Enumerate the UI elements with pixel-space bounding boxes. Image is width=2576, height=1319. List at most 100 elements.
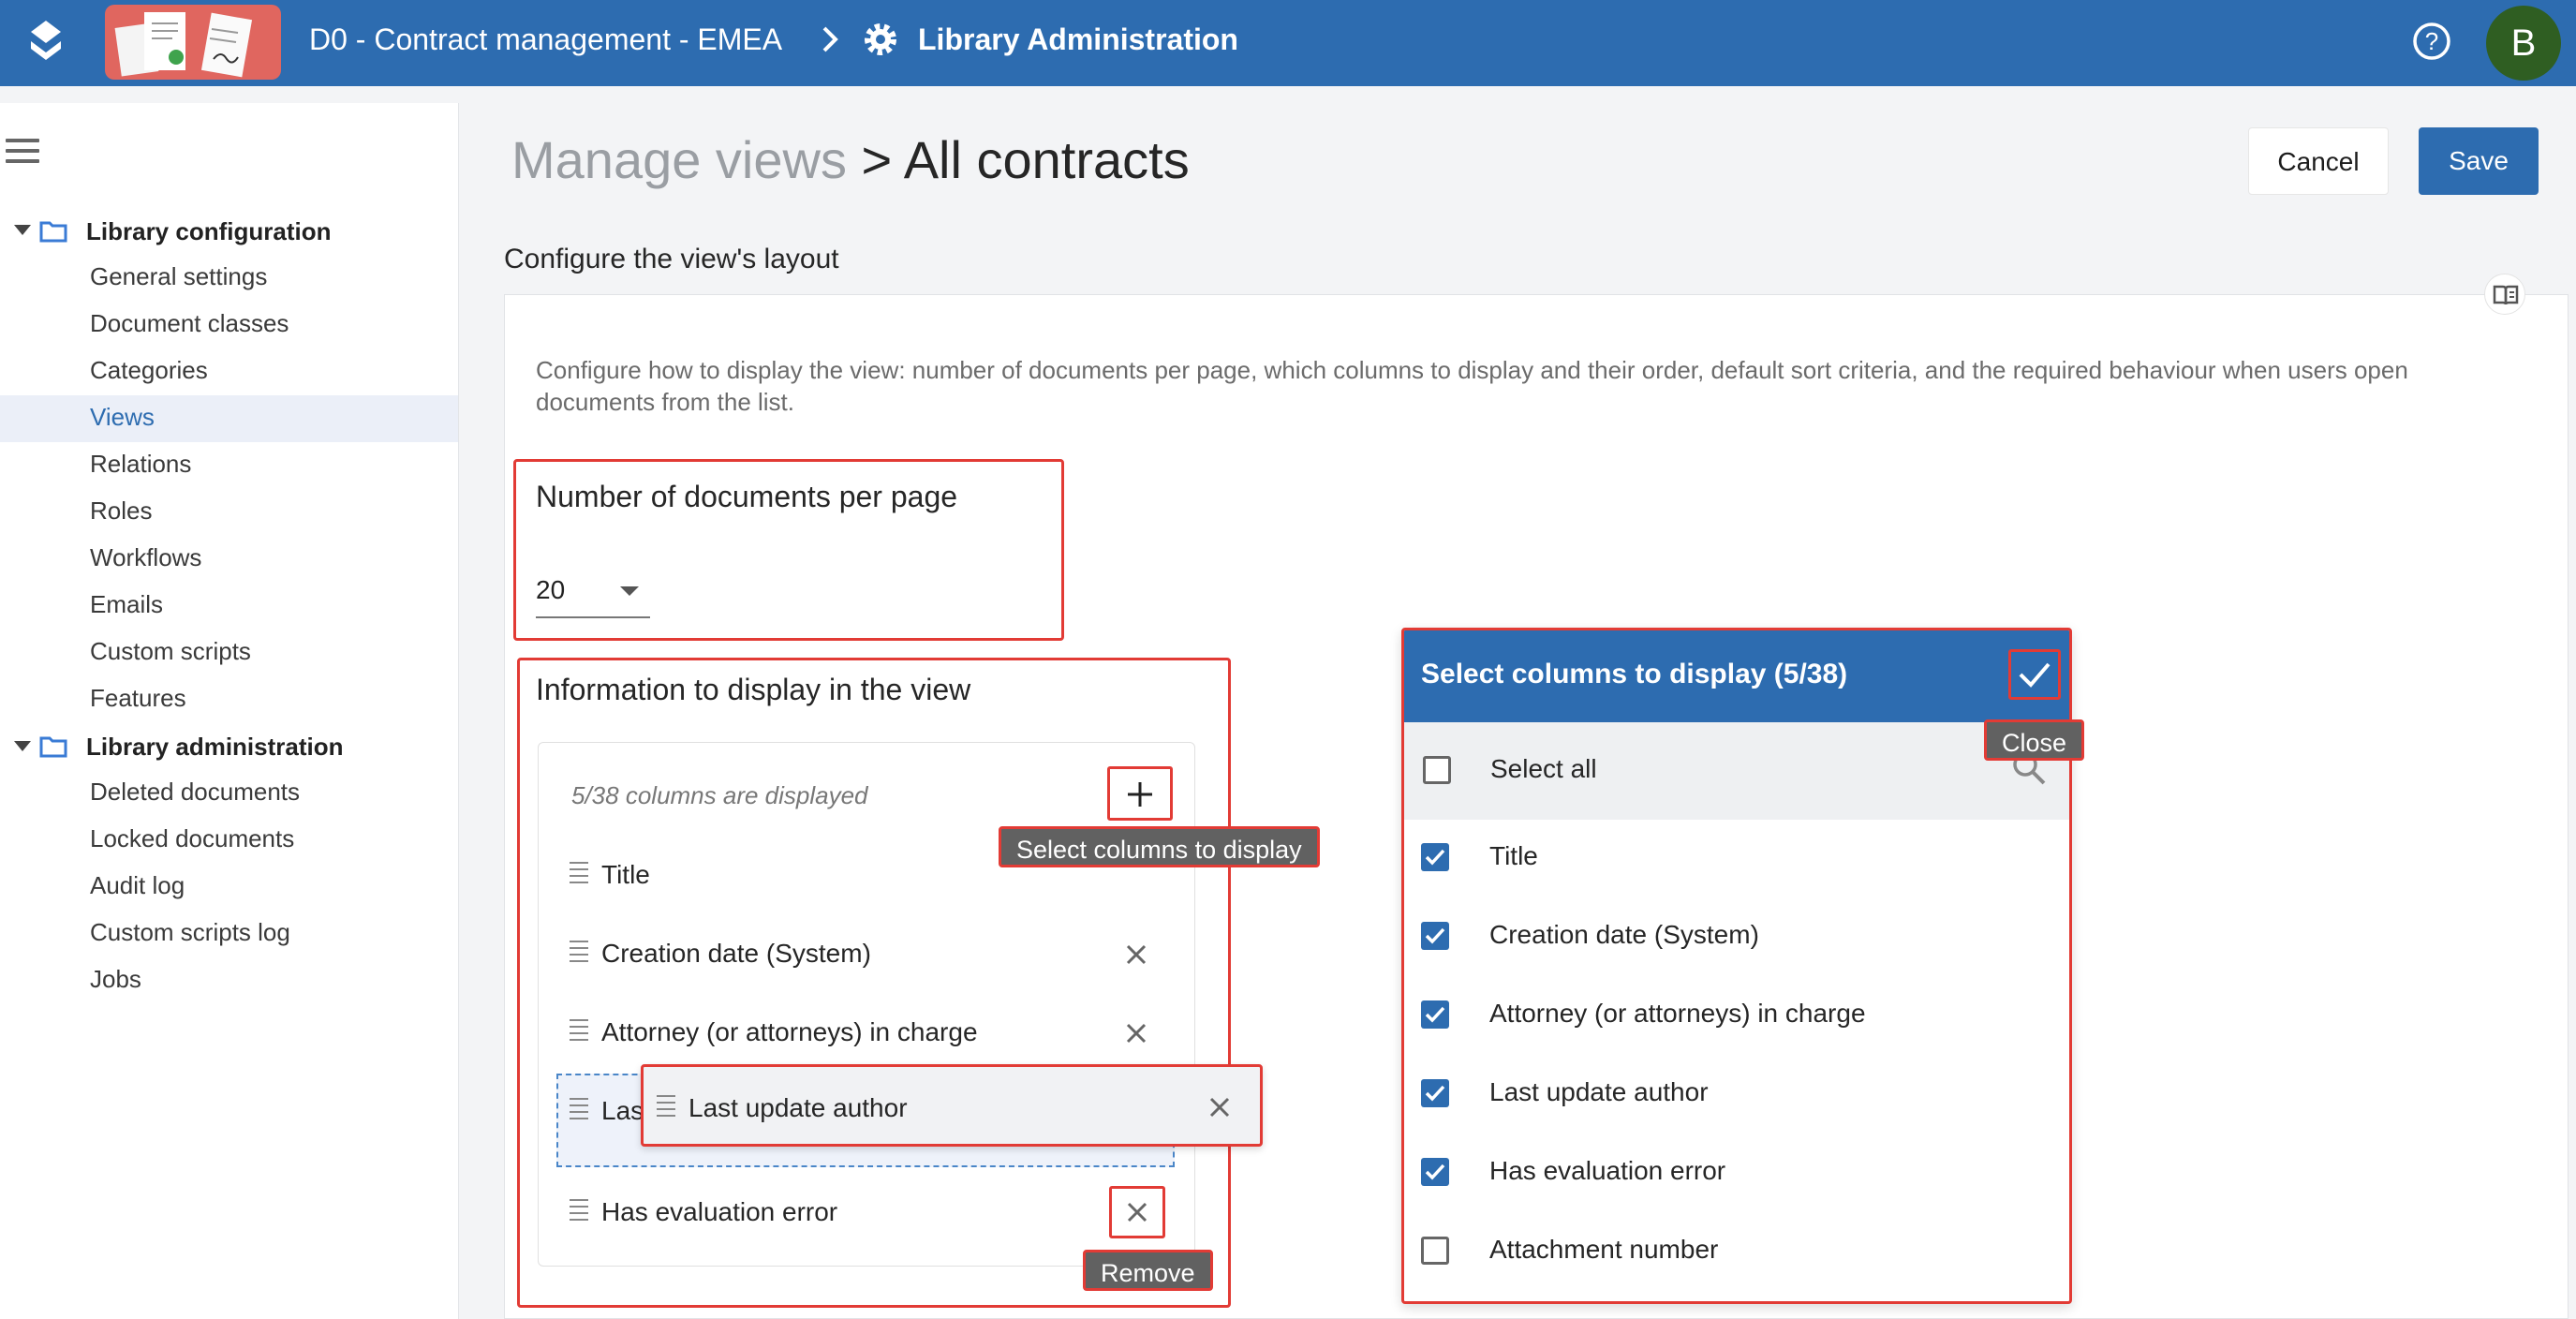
sidebar-item-label: Jobs	[90, 965, 141, 993]
column-label: Last update author	[688, 1093, 908, 1122]
option-label[interactable]: Has evaluation error	[1489, 1156, 1725, 1186]
add-columns-button[interactable]	[1107, 766, 1173, 821]
tooltip-select-columns: Select columns to display	[999, 826, 1320, 867]
chevron-down-icon[interactable]	[620, 586, 639, 596]
option-label[interactable]: Creation date (System)	[1489, 920, 1759, 950]
sidebar-item-workflows[interactable]: Workflows	[0, 536, 458, 583]
columns-count: 5/38 columns are displayed	[571, 781, 868, 809]
column-label: Creation date (System)	[601, 939, 871, 968]
user-avatar[interactable]: B	[2486, 6, 2561, 81]
dialog-header: Select columns to display (5/38)	[1404, 630, 2069, 722]
sidebar-item-label: Document classes	[90, 309, 289, 337]
sidebar-item-custom-scripts[interactable]: Custom scripts	[0, 630, 458, 676]
dragged-column-row[interactable]: Last update author	[641, 1064, 1263, 1147]
column-label: Las	[601, 1096, 644, 1125]
drag-handle-icon[interactable]	[570, 1019, 588, 1042]
sidebar-item-document-classes[interactable]: Document classes	[0, 302, 458, 348]
column-row[interactable]: Attorney (or attorneys) in charge	[566, 1004, 1165, 1059]
caret-down-icon[interactable]	[14, 225, 31, 235]
check-icon	[1425, 849, 1445, 866]
sidebar-item-jobs[interactable]: Jobs	[0, 957, 458, 1004]
sidebar-item-features[interactable]: Features	[0, 676, 458, 723]
tooltip-remove: Remove	[1083, 1250, 1213, 1291]
remove-button[interactable]	[1109, 1186, 1165, 1238]
select-columns-dialog: Select columns to display (5/38) Select …	[1401, 628, 2072, 1304]
sidebar-item-label: Relations	[90, 450, 192, 478]
sidebar-item-categories[interactable]: Categories	[0, 348, 458, 395]
check-icon	[2019, 662, 2050, 688]
tooltip-close: Close	[1984, 719, 2085, 761]
column-label: Title	[601, 860, 650, 889]
select-all-row[interactable]: Select all	[1404, 722, 2069, 820]
sidebar-item-general-settings[interactable]: General settings	[0, 255, 458, 302]
sidebar-item-relations[interactable]: Relations	[0, 442, 458, 489]
check-icon	[1425, 1085, 1445, 1102]
option-checkbox[interactable]	[1421, 1000, 1449, 1029]
help-icon[interactable]: ?	[2409, 19, 2454, 64]
folder-icon	[39, 221, 67, 243]
drag-handle-icon[interactable]	[570, 941, 588, 963]
menu-icon[interactable]	[6, 139, 39, 165]
sidebar-item-emails[interactable]: Emails	[0, 583, 458, 630]
remove-column-icon[interactable]	[1206, 1093, 1234, 1121]
column-label: Has evaluation error	[601, 1197, 838, 1226]
sidebar-item-views[interactable]: Views	[0, 395, 458, 442]
option-checkbox[interactable]	[1421, 1079, 1449, 1107]
sidebar-item-label: General settings	[90, 262, 268, 290]
columns-section-title: Information to display in the view	[536, 673, 971, 706]
sidebar-item-label: Features	[90, 684, 186, 712]
option-label[interactable]: Last update author	[1489, 1077, 1709, 1107]
sidebar-item-audit-log[interactable]: Audit log	[0, 864, 458, 911]
library-name[interactable]: D0 - Contract management - EMEA	[309, 19, 782, 60]
gear-icon	[865, 23, 896, 55]
sidebar-item-label: Views	[90, 403, 155, 431]
app-logo-icon[interactable]	[21, 17, 71, 67]
remove-column-icon[interactable]	[1122, 1019, 1150, 1047]
drag-handle-icon[interactable]	[657, 1095, 675, 1118]
option-checkbox[interactable]	[1421, 1237, 1449, 1265]
sidebar-item-roles[interactable]: Roles	[0, 489, 458, 536]
option-checkbox[interactable]	[1421, 922, 1449, 950]
select-all-label: Select all	[1490, 754, 1597, 783]
section-subtitle: Configure the view's layout	[504, 244, 839, 274]
sidebar-item-label: Workflows	[90, 543, 202, 571]
sidebar-group-title-library-administration[interactable]: Library administration	[86, 733, 344, 762]
option-label[interactable]: Attachment number	[1489, 1235, 1718, 1265]
caret-down-icon[interactable]	[14, 741, 31, 751]
drag-handle-icon[interactable]	[570, 1199, 588, 1222]
breadcrumb-current: > All contracts	[861, 130, 1190, 189]
folder-icon	[39, 736, 67, 758]
dialog-title: Select columns to display (5/38)	[1421, 659, 1848, 689]
per-page-select[interactable]: 20	[536, 575, 565, 605]
sidebar-item-locked-documents[interactable]: Locked documents	[0, 817, 458, 864]
option-checkbox[interactable]	[1421, 843, 1449, 871]
save-button[interactable]: Save	[2419, 127, 2539, 195]
breadcrumb-manage-views[interactable]: Manage views	[511, 130, 847, 189]
drag-handle-icon[interactable]	[570, 862, 588, 884]
column-row[interactable]: Creation date (System)	[566, 926, 1165, 980]
view-description: Configure how to display the view: numbe…	[536, 356, 2408, 416]
sidebar-item-label: Locked documents	[90, 824, 295, 852]
sidebar-item-label: Roles	[90, 496, 153, 525]
page-title: Manage views > All contracts	[511, 127, 1190, 193]
remove-column-icon[interactable]	[1122, 941, 1150, 969]
sidebar-item-label: Custom scripts	[90, 637, 251, 665]
option-label[interactable]: Title	[1489, 841, 1538, 871]
option-label[interactable]: Attorney (or attorneys) in charge	[1489, 999, 1866, 1029]
column-row[interactable]: Has evaluation error	[566, 1184, 1165, 1238]
sidebar-item-deleted-documents[interactable]: Deleted documents	[0, 770, 458, 817]
check-icon	[1425, 927, 1445, 944]
plus-icon	[1128, 782, 1152, 807]
per-page-underline	[536, 616, 650, 618]
sidebar-item-label: Custom scripts log	[90, 918, 290, 946]
library-thumbnail-icon	[105, 5, 281, 80]
drag-handle-icon[interactable]	[570, 1098, 588, 1120]
book-icon[interactable]	[2484, 274, 2525, 315]
cancel-button[interactable]: Cancel	[2248, 127, 2389, 195]
sidebar-item-custom-scripts-log[interactable]: Custom scripts log	[0, 911, 458, 957]
select-all-checkbox[interactable]	[1423, 756, 1451, 784]
close-dialog-button[interactable]	[2008, 649, 2061, 700]
section-title: Library Administration	[918, 22, 1238, 56]
sidebar-group-title-library-configuration[interactable]: Library configuration	[86, 217, 331, 246]
option-checkbox[interactable]	[1421, 1158, 1449, 1186]
